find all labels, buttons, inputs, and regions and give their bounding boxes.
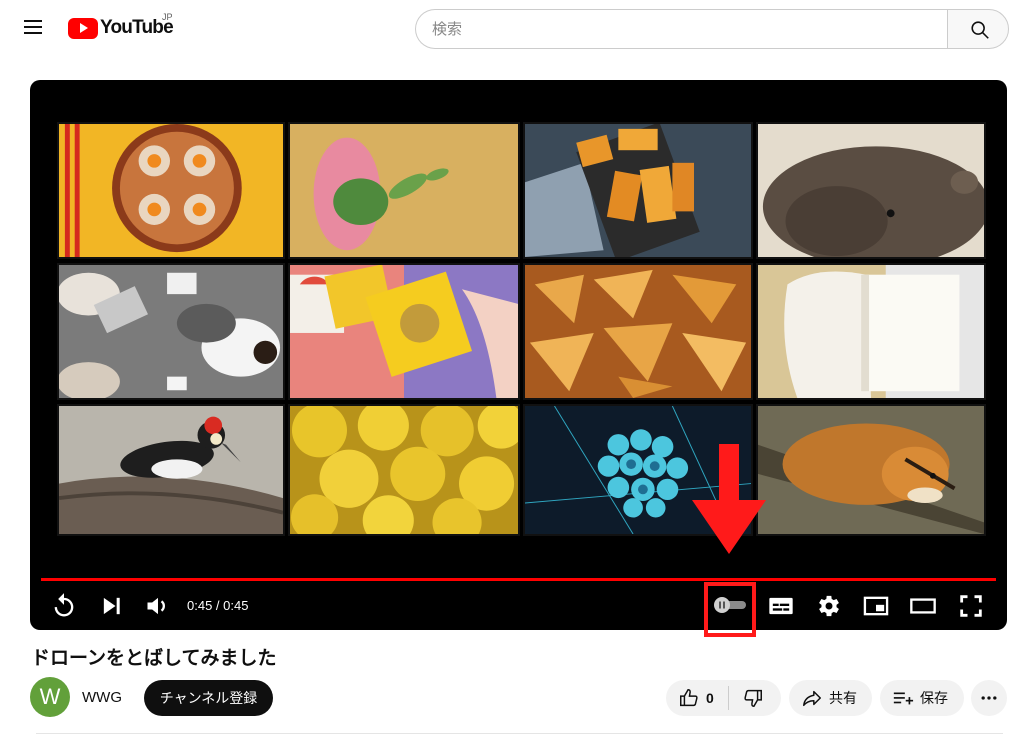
like-count: 0 (706, 690, 714, 706)
fried-tofu-tile (523, 122, 753, 259)
squirrel-tile (756, 404, 986, 536)
subscribe-button[interactable]: チャンネル登録 (144, 680, 273, 716)
volume-button[interactable] (144, 592, 172, 630)
wombat-tile (756, 122, 986, 259)
dislike-button[interactable] (729, 680, 781, 716)
more-actions-button[interactable] (971, 680, 1007, 716)
youtube-play-icon (68, 17, 98, 39)
theater-icon (910, 598, 936, 614)
replay-button[interactable] (50, 592, 78, 630)
banana-chips-tile (288, 404, 520, 536)
cheese-tile (756, 263, 986, 400)
theater-mode-button[interactable] (909, 592, 937, 630)
region-code: JP (162, 12, 173, 22)
save-button[interactable]: 保存 (880, 680, 964, 716)
masthead: YouTube JP (0, 0, 1024, 56)
meeting-tile (57, 263, 285, 400)
search-button[interactable] (947, 9, 1009, 49)
video-player[interactable]: 0:45 / 0:45 (30, 80, 1007, 630)
woodpecker-tile (57, 404, 285, 536)
dumplings-tile (57, 122, 285, 259)
volume-icon (147, 597, 165, 615)
video-title: ドローンをとばしてみました (31, 648, 277, 669)
gift-box-tile (288, 263, 520, 400)
subtitles-button[interactable] (767, 592, 795, 630)
replay-icon (54, 593, 74, 617)
video-frame-collage (57, 122, 990, 538)
next-icon (103, 597, 120, 615)
search-box (415, 9, 948, 49)
annotation-arrow-icon (692, 444, 766, 554)
fullscreen-icon (960, 595, 982, 617)
settings-button[interactable] (815, 592, 843, 630)
hamburger-menu-icon[interactable] (21, 17, 45, 41)
pink-flower-tile (288, 122, 520, 259)
chips-tile (523, 263, 753, 400)
youtube-logo[interactable]: YouTube JP (68, 12, 174, 40)
share-icon (803, 690, 821, 707)
save-label: 保存 (920, 690, 948, 706)
miniplayer-icon (863, 596, 889, 616)
time-display: 0:45 / 0:45 (187, 598, 249, 613)
like-dislike-group: 0 (666, 680, 781, 716)
progress-bar[interactable] (41, 578, 996, 581)
fullscreen-button[interactable] (957, 592, 985, 630)
thumbs-down-icon (744, 689, 762, 707)
channel-name[interactable]: WWG (82, 689, 122, 706)
annotation-highlight-box (704, 582, 756, 637)
channel-avatar[interactable]: W (30, 677, 70, 717)
playlist-add-icon (893, 692, 914, 705)
thumbs-up-icon (680, 689, 698, 707)
share-button[interactable]: 共有 (789, 680, 872, 716)
search-icon (971, 21, 989, 39)
next-button[interactable] (98, 592, 126, 630)
subtitles-icon (769, 597, 793, 615)
gear-icon (819, 595, 839, 617)
share-label: 共有 (829, 690, 857, 706)
search-input[interactable] (416, 10, 948, 48)
more-horizontal-icon (981, 696, 997, 700)
miniplayer-button[interactable] (862, 592, 890, 630)
like-button[interactable]: 0 (666, 680, 728, 716)
